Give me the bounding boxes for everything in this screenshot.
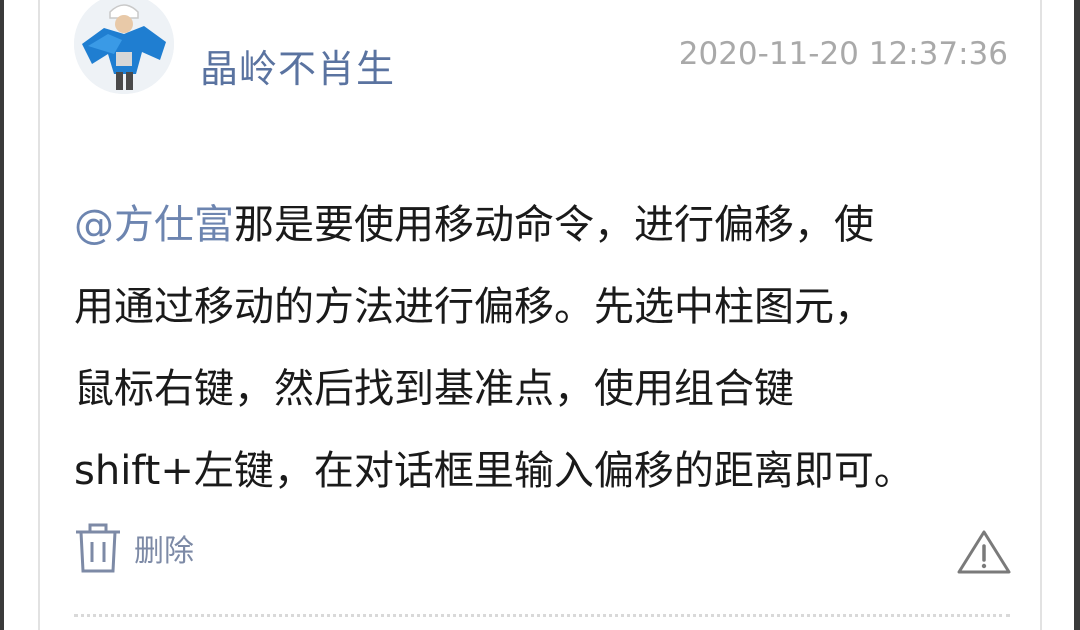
comment-line-2: 用通过移动的方法进行偏移。先选中柱图元， xyxy=(74,284,874,330)
trash-icon xyxy=(76,523,120,573)
warning-triangle-icon xyxy=(957,530,1011,574)
comment-line-3: 鼠标右键，然后找到基准点，使用组合键 xyxy=(74,366,794,412)
comment-line-1-text: 那是要使用移动命令，进行偏移，使 xyxy=(234,202,874,248)
mention-link[interactable]: @方仕富 xyxy=(74,202,234,248)
screen-frame-left xyxy=(0,0,4,630)
avatar-image xyxy=(74,0,174,94)
comment-line-1: @方仕富那是要使用移动命令，进行偏移，使 xyxy=(74,184,984,266)
comment-timestamp: 2020-11-20 12:37:36 xyxy=(678,36,1008,72)
delete-label: 删除 xyxy=(134,534,194,569)
comment-author[interactable]: 晶岭不肖生 xyxy=(200,38,395,93)
card-border-left xyxy=(38,0,40,630)
card-border-right xyxy=(1040,0,1042,630)
comment-line-4: shift+左键，在对话框里输入偏移的距离即可。 xyxy=(74,448,914,494)
comment-body: @方仕富那是要使用移动命令，进行偏移，使 用通过移动的方法进行偏移。先选中柱图元… xyxy=(74,184,984,512)
screen-frame-right xyxy=(1074,0,1080,630)
report-button[interactable] xyxy=(956,528,1012,576)
comment-divider xyxy=(74,614,1010,617)
avatar[interactable] xyxy=(74,0,174,94)
delete-button[interactable]: 删除 xyxy=(74,520,194,576)
